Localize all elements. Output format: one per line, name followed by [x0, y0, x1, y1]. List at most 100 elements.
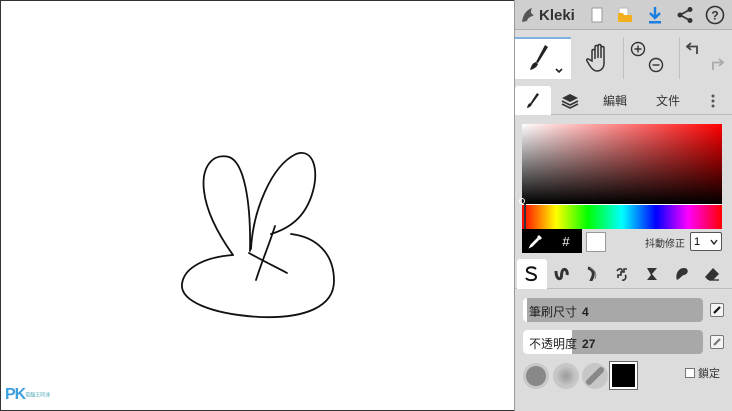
pen-pressure-icon [713, 338, 721, 346]
pen-pressure-icon [713, 306, 721, 314]
brush-size-slider[interactable]: 筆刷尺寸 4 [523, 298, 703, 322]
hue-slider[interactable] [522, 204, 722, 229]
eraser-icon [705, 268, 719, 281]
stroke-x-1 [248, 252, 288, 274]
opacity-value: 27 [582, 337, 596, 351]
brush-type-row [515, 259, 732, 289]
panel-tabs: 編輯 文件 [515, 86, 732, 115]
kleki-logo-icon [522, 8, 534, 22]
opacity-text: 不透明度 [529, 337, 578, 351]
tab-more[interactable] [705, 86, 721, 115]
smudge-brush-icon [676, 268, 688, 280]
undo-icon [685, 42, 698, 54]
tab-layers[interactable] [555, 86, 585, 115]
share-icon [677, 7, 693, 23]
eyedropper-button[interactable] [522, 229, 550, 253]
hex-input-button[interactable]: # [550, 229, 582, 253]
zoom-tool [623, 37, 679, 79]
opacity-slider[interactable]: 不透明度 27 [523, 330, 703, 354]
soft-tip-icon [556, 366, 576, 386]
tab-file[interactable]: 文件 [648, 86, 688, 115]
zoom-in-button[interactable] [630, 41, 646, 62]
lock-label: 鎖定 [698, 368, 720, 380]
sketchy-brush-button[interactable] [577, 259, 607, 289]
blend-brush-button[interactable] [547, 259, 577, 289]
open-file-button[interactable] [613, 3, 637, 27]
watermark-brand: PK [5, 386, 26, 403]
zoom-out-icon [648, 57, 664, 73]
drawing-strokes [181, 152, 335, 319]
hand-tool-button[interactable] [575, 37, 625, 79]
line-tip-icon [586, 367, 604, 385]
stroke-x-2 [255, 225, 276, 281]
opacity-label: 不透明度 27 [529, 335, 595, 352]
side-panel: Kleki ? 編輯 文件 # 抖動修正 1 筆刷尺寸 4 不透明度 27 鎖定 [514, 0, 732, 411]
stroke-left-ear [202, 155, 251, 256]
undo-button[interactable] [685, 41, 702, 62]
blend-brush-icon [554, 267, 569, 281]
pixel-brush-button[interactable] [607, 259, 637, 289]
saturation-value-picker[interactable] [522, 124, 722, 204]
help-button[interactable]: ? [703, 3, 727, 27]
pixel-brush-icon [616, 268, 627, 281]
share-button[interactable] [673, 3, 697, 27]
download-button[interactable] [643, 3, 667, 27]
eyedropper-icon [528, 235, 542, 249]
opacity-pressure-toggle[interactable] [710, 335, 724, 349]
top-bar: Kleki ? [515, 0, 732, 30]
tip-line-button[interactable] [582, 363, 608, 389]
watermark-sub: 電腦王阿達 [25, 392, 51, 399]
open-folder-icon [618, 7, 632, 22]
eraser-button[interactable] [697, 259, 727, 289]
tip-round-button[interactable] [523, 363, 549, 389]
brush-size-value: 4 [582, 305, 589, 319]
smudge-brush-button[interactable] [667, 259, 697, 289]
brush-icon [530, 45, 563, 74]
download-icon [649, 7, 661, 24]
stroke-right-ear [250, 152, 317, 250]
tab-brush[interactable] [515, 86, 551, 115]
chemy-brush-button[interactable] [637, 259, 667, 289]
secondary-color-swatch[interactable] [586, 232, 606, 252]
size-pressure-toggle[interactable] [710, 303, 724, 317]
sketchy-brush-icon [587, 266, 597, 282]
layers-icon [561, 93, 579, 109]
tab-edit[interactable]: 編輯 [595, 86, 635, 115]
brush-size-text: 筆刷尺寸 [529, 305, 578, 319]
stabilizer-value: 1 [694, 235, 701, 248]
picker-row: # 抖動修正 1 [515, 229, 732, 253]
chevron-down-icon [710, 239, 718, 245]
help-icon: ? [705, 5, 725, 25]
hand-icon [586, 43, 605, 72]
tool-row [515, 37, 732, 79]
lock-checkbox[interactable] [685, 368, 695, 378]
new-file-icon [591, 7, 603, 23]
more-vertical-icon [711, 94, 715, 107]
drawing-canvas[interactable]: PK電腦王阿達 [0, 0, 514, 411]
lock-alpha[interactable]: 鎖定 [685, 365, 720, 381]
svg-text:?: ? [711, 9, 718, 23]
pen-brush-icon [525, 266, 538, 282]
pen-brush-button[interactable] [517, 259, 547, 289]
stabilizer-select[interactable]: 1 [690, 232, 722, 251]
zoom-out-button[interactable] [648, 57, 664, 78]
brush-tip-row: 鎖定 [515, 362, 732, 392]
watermark: PK電腦王阿達 [5, 386, 50, 404]
zoom-in-icon [630, 41, 646, 57]
kleki-logo[interactable]: Kleki [519, 4, 575, 26]
chemy-brush-icon [647, 268, 657, 280]
new-file-button[interactable] [585, 3, 609, 27]
brush-tool-button[interactable] [515, 37, 571, 79]
tip-soft-button[interactable] [553, 363, 579, 389]
brush-size-label: 筆刷尺寸 4 [529, 303, 589, 320]
kleki-app: PK電腦王阿達 Kleki ? 編輯 文件 # 抖動修正 1 筆刷尺寸 4 不透… [0, 0, 732, 411]
hue-cursor[interactable] [524, 204, 526, 229]
primary-color-swatch[interactable] [610, 362, 637, 389]
app-name: Kleki [539, 6, 575, 24]
stabilizer-label: 抖動修正 [645, 239, 685, 250]
brush-tab-icon [527, 92, 539, 108]
redo-button[interactable] [708, 57, 725, 78]
round-tip-icon [526, 366, 546, 386]
history-tool [679, 37, 732, 79]
redo-icon [712, 58, 725, 70]
